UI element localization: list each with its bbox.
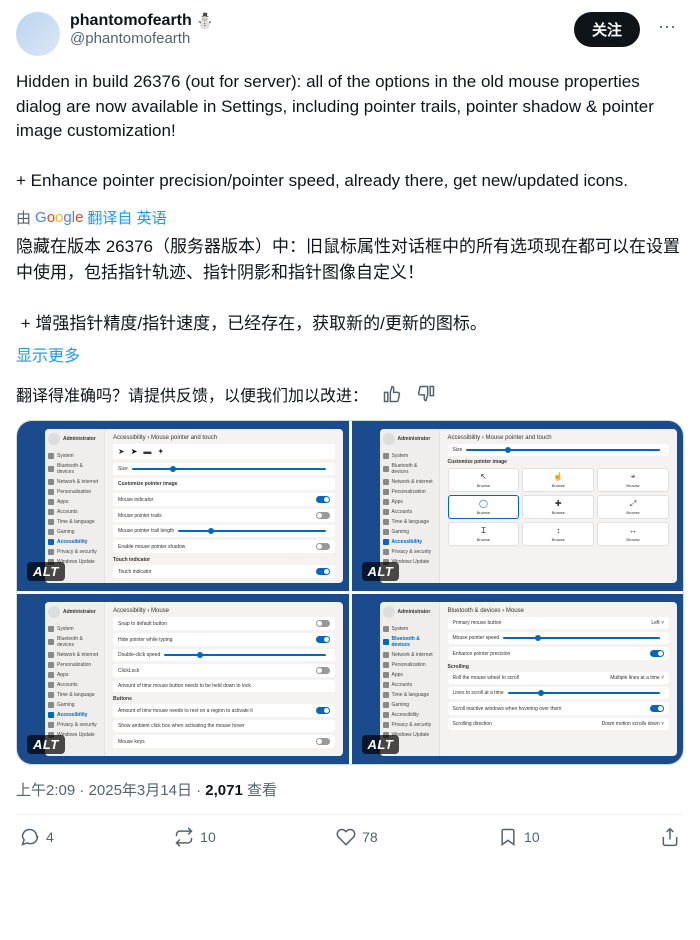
like-button[interactable]: 78 <box>336 827 378 847</box>
display-name[interactable]: phantomofearth <box>70 12 192 30</box>
media-image-2[interactable]: Administrator System Bluetooth & devices… <box>352 421 684 591</box>
tweet-metadata: 上午2:09 · 2025年3月14日 · 2,071 查看 <box>16 779 684 800</box>
alt-badge[interactable]: ALT <box>362 735 400 754</box>
follow-button[interactable]: 关注 <box>574 12 640 47</box>
share-button[interactable] <box>660 827 680 847</box>
avatar[interactable] <box>16 12 60 56</box>
bookmark-button[interactable]: 10 <box>498 827 540 847</box>
reply-count: 4 <box>46 829 54 845</box>
thumbs-down-button[interactable] <box>416 384 436 404</box>
reply-icon <box>20 827 40 847</box>
bookmark-icon <box>498 827 518 847</box>
thumbs-down-icon <box>416 384 436 404</box>
retweet-count: 10 <box>200 829 216 845</box>
tweet-time[interactable]: 上午2:09 <box>16 782 75 799</box>
translated-text: 隐藏在版本 26376（服务器版本）中：旧鼠标属性对话框中的所有选项现在都可以在… <box>16 234 684 336</box>
media-image-3[interactable]: Administrator System Bluetooth & devices… <box>17 594 349 764</box>
retweet-button[interactable]: 10 <box>174 827 216 847</box>
tweet-text: Hidden in build 26376 (out for server): … <box>16 70 684 193</box>
user-handle[interactable]: @phantomofearth <box>70 30 564 47</box>
translated-from-label: 翻译自 英语 <box>87 207 166 228</box>
heart-icon <box>336 827 356 847</box>
feedback-prompt: 翻译得准确吗？请提供反馈，以便我们加以改进： <box>16 382 368 406</box>
bookmark-count: 10 <box>524 829 540 845</box>
translation-feedback: 翻译得准确吗？请提供反馈，以便我们加以改进： <box>16 382 684 406</box>
views-label: 查看 <box>247 782 277 799</box>
media-image-1[interactable]: Administrator System Bluetooth & devices… <box>17 421 349 591</box>
retweet-icon <box>174 827 194 847</box>
thumbs-up-button[interactable] <box>382 384 402 404</box>
action-bar: 4 10 78 10 <box>16 821 684 851</box>
reply-button[interactable]: 4 <box>20 827 54 847</box>
media-image-4[interactable]: Administrator System Bluetooth & devices… <box>352 594 684 764</box>
alt-badge[interactable]: ALT <box>362 562 400 581</box>
show-more-link[interactable]: 显示更多 <box>16 342 80 366</box>
views-count: 2,071 <box>205 782 243 799</box>
divider <box>16 814 684 815</box>
tweet-date[interactable]: 2025年3月14日 <box>89 782 192 799</box>
tweet-header: phantomofearth ⛄ @phantomofearth 关注 ··· <box>16 12 684 56</box>
translation-attribution: 由 Google 翻译自 英语 <box>16 207 684 228</box>
google-logo: Google <box>35 209 83 226</box>
alt-badge[interactable]: ALT <box>27 562 65 581</box>
media-grid: Administrator System Bluetooth & devices… <box>16 420 684 765</box>
thumbs-up-icon <box>382 384 402 404</box>
name-emoji: ⛄ <box>196 12 215 30</box>
like-count: 78 <box>362 829 378 845</box>
alt-badge[interactable]: ALT <box>27 735 65 754</box>
share-icon <box>660 827 680 847</box>
translated-by-label: 由 <box>16 207 31 228</box>
more-options-button[interactable]: ··· <box>650 12 684 41</box>
